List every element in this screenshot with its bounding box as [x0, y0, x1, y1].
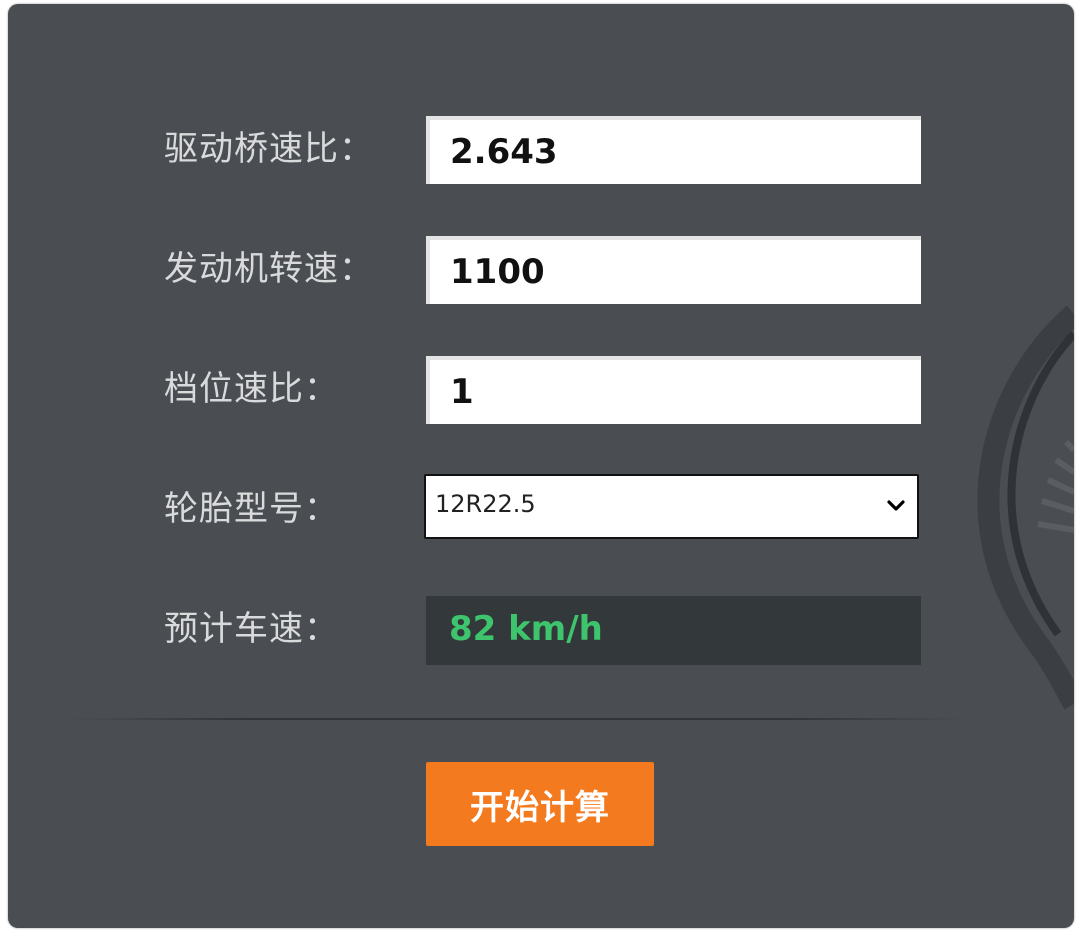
axle-ratio-label: 驱动桥速比： [164, 129, 374, 169]
tire-model-label: 轮胎型号： [164, 489, 339, 529]
section-divider [68, 718, 968, 720]
gear-ratio-label: 档位速比： [164, 369, 339, 409]
speed-calculator-panel: 驱动桥速比： 发动机转速： 档位速比： 轮胎型号： 12R22.5 预计车速： … [8, 4, 1074, 928]
engine-speed-label: 发动机转速： [164, 249, 374, 289]
tire-model-selected-value: 12R22.5 [435, 490, 536, 518]
chevron-down-icon [887, 500, 905, 511]
tire-model-select[interactable]: 12R22.5 [424, 474, 919, 539]
start-calculation-button[interactable]: 开始计算 [426, 762, 654, 846]
estimated-speed-value: 82 km/h [449, 609, 603, 649]
gear-ratio-input[interactable] [426, 356, 921, 424]
engine-speed-input[interactable] [426, 236, 921, 304]
estimated-speed-label: 预计车速： [164, 609, 339, 649]
estimated-speed-output: 82 km/h [426, 596, 921, 665]
axle-ratio-input[interactable] [426, 116, 921, 184]
